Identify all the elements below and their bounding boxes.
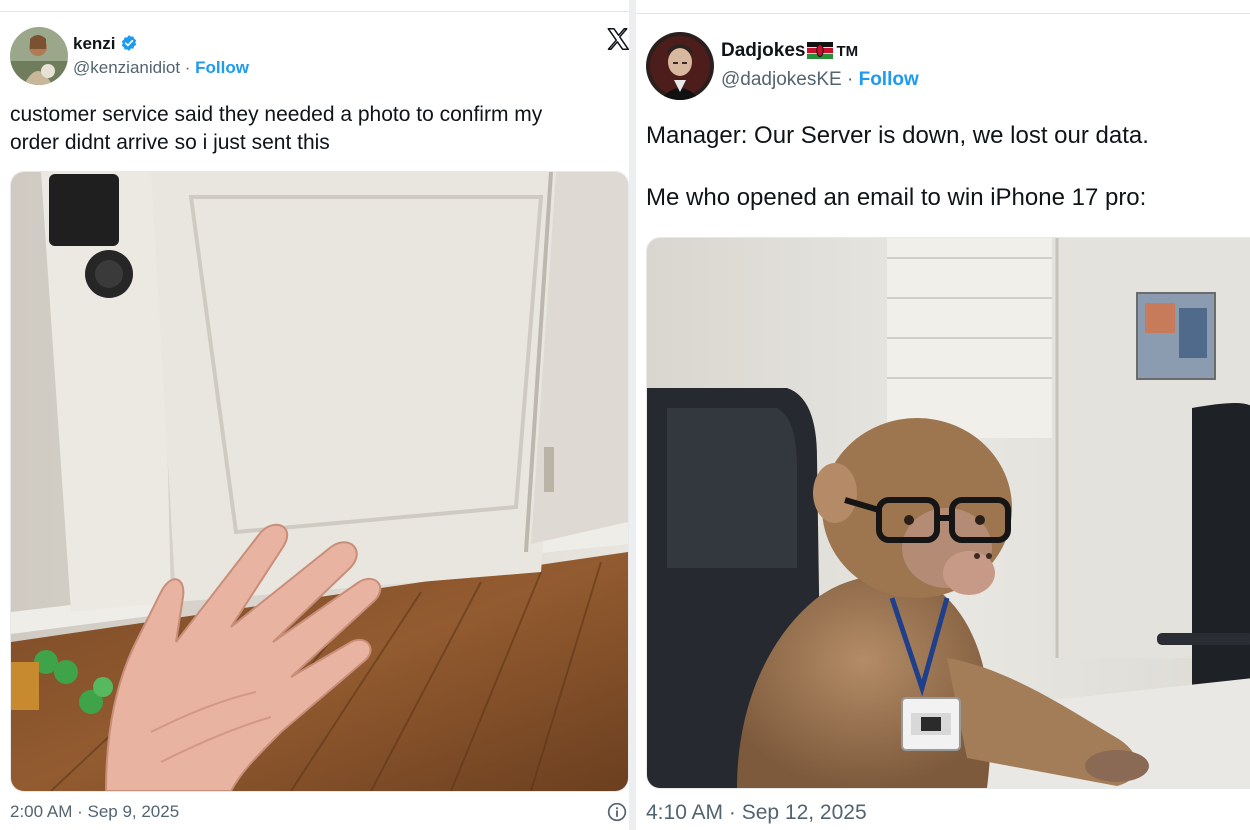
tweet-photo-door-hand[interactable] xyxy=(10,171,629,792)
right-tweet-card: Dadjokes TM @dadjokesKE · Follow Manager… xyxy=(636,0,1250,830)
tweet-text-line-1: Manager: Our Server is down, we lost our… xyxy=(646,122,1149,149)
handle-separator: · xyxy=(180,58,196,77)
tweet-photo-monkey-office[interactable] xyxy=(646,237,1250,789)
kenya-flag-icon xyxy=(807,42,834,59)
display-name[interactable]: Dadjokes xyxy=(721,40,805,61)
x-logo-icon[interactable] xyxy=(605,26,630,52)
dadjokes-avatar[interactable] xyxy=(646,32,714,100)
kenzi-avatar[interactable] xyxy=(10,27,68,85)
info-icon[interactable] xyxy=(607,802,627,822)
follow-button[interactable]: Follow xyxy=(859,69,919,90)
left-tweet-card: kenzi @kenzianidiot · Follow customer se… xyxy=(0,0,630,830)
tweet-text-line-2: order didnt arrive so i just sent this xyxy=(10,131,330,154)
tweet-timestamp[interactable]: 2:00 AM · Sep 9, 2025 xyxy=(10,802,179,822)
top-divider xyxy=(636,13,1250,14)
handle-separator: · xyxy=(841,69,859,90)
top-divider xyxy=(0,11,630,12)
handle[interactable]: @dadjokesKE xyxy=(721,69,842,90)
tweet-timestamp[interactable]: 4:10 AM · Sep 12, 2025 xyxy=(646,801,867,825)
verified-badge-icon xyxy=(120,34,138,52)
display-name[interactable]: kenzi xyxy=(73,34,116,53)
handle[interactable]: @kenzianidiot xyxy=(73,58,180,77)
tweet-text-line-1: customer service said they needed a phot… xyxy=(10,103,543,126)
tweet-text-line-2: Me who opened an email to win iPhone 17 … xyxy=(646,184,1147,211)
follow-button[interactable]: Follow xyxy=(195,58,249,77)
trademark-label: TM xyxy=(836,43,859,60)
